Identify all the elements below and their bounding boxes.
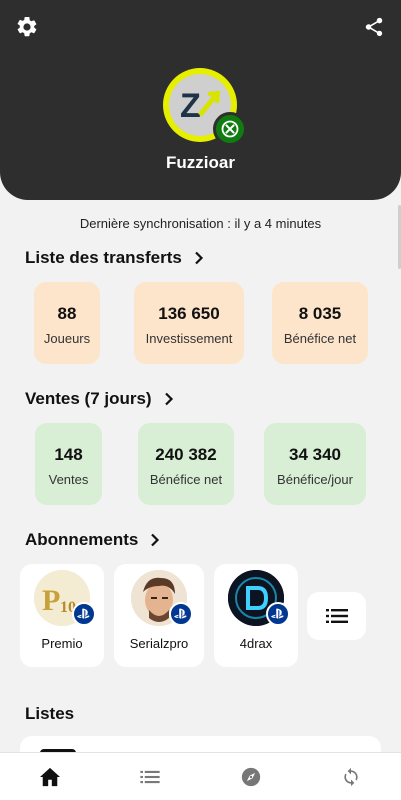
profile-header: Z Fuzzioar [0,0,401,200]
share-icon [365,17,383,37]
nav-lists[interactable] [100,753,200,800]
subscription-name: Premio [41,636,83,651]
bottom-navigation [0,752,401,800]
xbox-badge [213,112,247,146]
lists-section-header: Listes [25,704,74,724]
stat-label: Joueurs [43,331,91,346]
playstation-badge [266,602,290,626]
subscription-name: Serialzpro [129,636,189,651]
stat-label: Bénéfice/jour [277,472,353,487]
subscription-card-premio[interactable]: P 10 Premio [20,564,104,667]
stat-value: 88 [57,304,77,323]
username: Fuzzioar [166,153,235,172]
stat-label: Ventes [48,472,89,487]
sales-title: Ventes (7 jours) [25,389,152,408]
compass-icon [241,767,260,786]
stat-profit-per-day[interactable]: 34 340 Bénéfice/jour [264,423,366,505]
stat-investment[interactable]: 136 650 Investissement [134,282,244,364]
transfers-title: Liste des transferts [25,248,182,267]
stat-value: 148 [54,445,83,464]
lists-title: Listes [25,704,75,723]
subscription-name: 4drax [239,636,273,651]
playstation-badge [72,602,96,626]
svg-text:P: P [42,584,60,617]
playstation-badge [169,602,193,626]
stat-net-profit[interactable]: 8 035 Bénéfice net [272,282,368,364]
stat-label: Bénéfice net [149,472,223,487]
stat-sales[interactable]: 148 Ventes [35,423,102,505]
transfers-section-header[interactable]: Liste des transferts [25,248,206,268]
nav-explore[interactable] [201,753,301,800]
svg-text:Z: Z [180,87,201,125]
share-button[interactable] [359,12,389,42]
nav-sync[interactable] [301,753,401,800]
playstation-icon [174,608,187,619]
subscription-card-serialzpro[interactable]: Serialzpro [114,564,204,667]
playstation-icon [271,608,284,619]
stat-value: 8 035 [298,304,342,323]
chevron-right-icon [162,392,176,406]
sync-status: Dernière synchronisation : il y a 4 minu… [79,216,322,231]
subscriptions-section-header[interactable]: Abonnements [25,530,162,550]
stat-value: 136 650 [158,304,220,323]
subscription-card-4drax[interactable]: 4drax [214,564,298,667]
home-icon [40,767,61,786]
stat-players[interactable]: 88 Joueurs [34,282,100,364]
stat-label: Bénéfice net [283,331,357,346]
subscriptions-title: Abonnements [25,530,139,549]
settings-button[interactable] [12,12,42,42]
view-all-subscriptions-button[interactable] [307,592,366,640]
list-icon [140,770,160,783]
stat-sales-net-profit[interactable]: 240 382 Bénéfice net [138,423,234,505]
nav-home[interactable] [0,753,100,800]
chevron-right-icon [148,533,162,547]
xbox-icon [221,120,239,138]
list-icon [325,609,348,623]
sales-section-header[interactable]: Ventes (7 jours) [25,389,176,409]
stat-value: 240 382 [155,445,217,464]
sync-icon [344,767,358,786]
gear-icon [17,16,37,37]
chevron-right-icon [192,251,206,265]
stat-value: 34 340 [289,445,341,464]
stat-label: Investissement [145,331,233,346]
playstation-icon [77,608,90,619]
